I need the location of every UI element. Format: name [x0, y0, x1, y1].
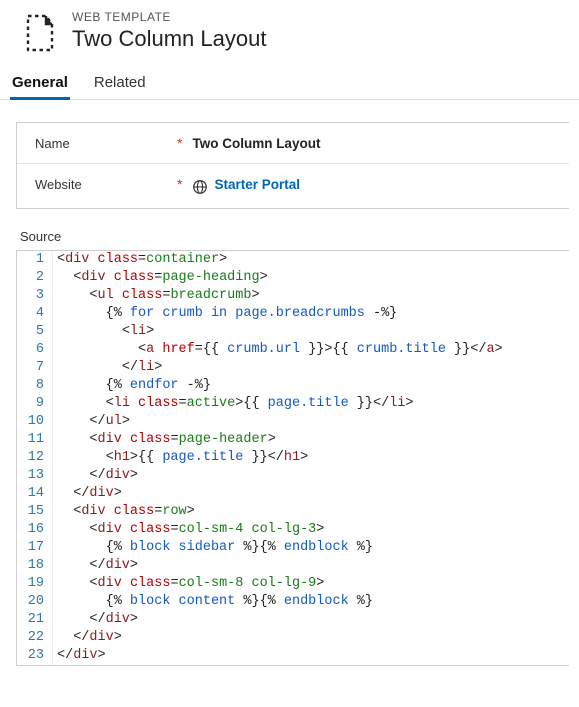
line-number: 22: [17, 629, 53, 647]
website-label: Website: [35, 177, 177, 192]
code-line[interactable]: 11 <div class=page-header>: [17, 431, 569, 449]
code-content[interactable]: <div class=page-heading>: [53, 269, 569, 287]
code-content[interactable]: <li>: [53, 323, 569, 341]
line-number: 6: [17, 341, 53, 359]
template-page-icon: [16, 10, 60, 54]
code-content[interactable]: <li class=active>{{ page.title }}</li>: [53, 395, 569, 413]
code-line[interactable]: 21 </div>: [17, 611, 569, 629]
source-code-editor[interactable]: 1<div class=container>2 <div class=page-…: [16, 250, 569, 666]
code-content[interactable]: </div>: [53, 485, 569, 503]
code-content[interactable]: </div>: [53, 557, 569, 575]
code-line[interactable]: 16 <div class=col-sm-4 col-lg-3>: [17, 521, 569, 539]
line-number: 19: [17, 575, 53, 593]
code-content[interactable]: <ul class=breadcrumb>: [53, 287, 569, 305]
line-number: 16: [17, 521, 53, 539]
line-number: 17: [17, 539, 53, 557]
code-content[interactable]: {% block sidebar %}{% endblock %}: [53, 539, 569, 557]
line-number: 7: [17, 359, 53, 377]
code-line[interactable]: 8 {% endfor -%}: [17, 377, 569, 395]
source-label: Source: [0, 229, 579, 250]
line-number: 4: [17, 305, 53, 323]
details-panel: Name * Two Column Layout Website * Start…: [16, 122, 569, 209]
website-lookup-link[interactable]: Starter Portal: [214, 177, 300, 192]
code-content[interactable]: <div class=container>: [53, 251, 569, 269]
code-content[interactable]: </div>: [53, 467, 569, 485]
code-line[interactable]: 9 <li class=active>{{ page.title }}</li>: [17, 395, 569, 413]
code-content[interactable]: <div class=col-sm-8 col-lg-9>: [53, 575, 569, 593]
code-content[interactable]: <div class=row>: [53, 503, 569, 521]
tab-general[interactable]: General: [10, 74, 70, 99]
code-line[interactable]: 20 {% block content %}{% endblock %}: [17, 593, 569, 611]
code-content[interactable]: </div>: [53, 611, 569, 629]
line-number: 23: [17, 647, 53, 665]
code-line[interactable]: 23</div>: [17, 647, 569, 665]
code-line[interactable]: 6 <a href={{ crumb.url }}>{{ crumb.title…: [17, 341, 569, 359]
code-line[interactable]: 5 <li>: [17, 323, 569, 341]
line-number: 18: [17, 557, 53, 575]
entity-type-label: WEB TEMPLATE: [72, 10, 266, 24]
required-indicator: *: [177, 176, 182, 192]
code-line[interactable]: 1<div class=container>: [17, 251, 569, 269]
page-header: WEB TEMPLATE Two Column Layout: [0, 0, 579, 58]
code-line[interactable]: 7 </li>: [17, 359, 569, 377]
tab-related[interactable]: Related: [92, 74, 148, 99]
globe-icon: [192, 179, 208, 195]
code-line[interactable]: 17 {% block sidebar %}{% endblock %}: [17, 539, 569, 557]
code-line[interactable]: 22 </div>: [17, 629, 569, 647]
code-content[interactable]: <div class=col-sm-4 col-lg-3>: [53, 521, 569, 539]
required-indicator: *: [177, 135, 182, 151]
page-title: Two Column Layout: [72, 26, 266, 52]
code-line[interactable]: 19 <div class=col-sm-8 col-lg-9>: [17, 575, 569, 593]
code-line[interactable]: 10 </ul>: [17, 413, 569, 431]
code-content[interactable]: {% for crumb in page.breadcrumbs -%}: [53, 305, 569, 323]
code-content[interactable]: <div class=page-header>: [53, 431, 569, 449]
line-number: 1: [17, 251, 53, 269]
code-content[interactable]: <h1>{{ page.title }}</h1>: [53, 449, 569, 467]
field-website: Website * Starter Portal: [17, 164, 569, 204]
tab-bar: General Related: [0, 58, 579, 100]
line-number: 3: [17, 287, 53, 305]
line-number: 9: [17, 395, 53, 413]
code-content[interactable]: </li>: [53, 359, 569, 377]
code-content[interactable]: </div>: [53, 629, 569, 647]
code-content[interactable]: </div>: [53, 647, 569, 665]
line-number: 15: [17, 503, 53, 521]
code-line[interactable]: 13 </div>: [17, 467, 569, 485]
code-line[interactable]: 15 <div class=row>: [17, 503, 569, 521]
line-number: 12: [17, 449, 53, 467]
code-content[interactable]: </ul>: [53, 413, 569, 431]
code-line[interactable]: 4 {% for crumb in page.breadcrumbs -%}: [17, 305, 569, 323]
line-number: 2: [17, 269, 53, 287]
code-content[interactable]: {% endfor -%}: [53, 377, 569, 395]
line-number: 14: [17, 485, 53, 503]
line-number: 13: [17, 467, 53, 485]
line-number: 5: [17, 323, 53, 341]
code-line[interactable]: 3 <ul class=breadcrumb>: [17, 287, 569, 305]
name-label: Name: [35, 136, 177, 151]
code-line[interactable]: 12 <h1>{{ page.title }}</h1>: [17, 449, 569, 467]
line-number: 8: [17, 377, 53, 395]
code-content[interactable]: {% block content %}{% endblock %}: [53, 593, 569, 611]
line-number: 10: [17, 413, 53, 431]
line-number: 21: [17, 611, 53, 629]
code-content[interactable]: <a href={{ crumb.url }}>{{ crumb.title }…: [53, 341, 569, 359]
code-line[interactable]: 2 <div class=page-heading>: [17, 269, 569, 287]
name-value[interactable]: Two Column Layout: [192, 136, 320, 151]
line-number: 20: [17, 593, 53, 611]
code-line[interactable]: 14 </div>: [17, 485, 569, 503]
field-name: Name * Two Column Layout: [17, 123, 569, 164]
code-line[interactable]: 18 </div>: [17, 557, 569, 575]
line-number: 11: [17, 431, 53, 449]
